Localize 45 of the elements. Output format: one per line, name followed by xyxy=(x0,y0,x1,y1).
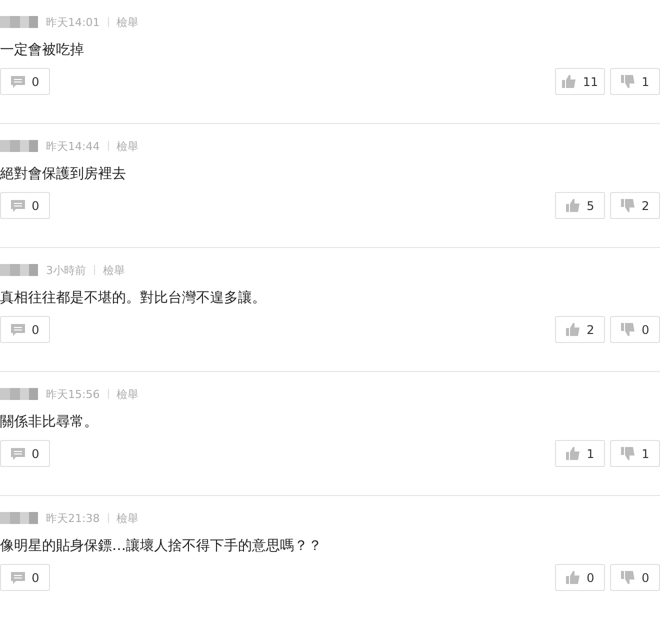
thumbs-up-icon xyxy=(562,75,576,88)
reply-button[interactable]: 0 xyxy=(0,564,50,591)
comment-text: 一定會被吃掉 xyxy=(0,41,85,59)
like-button[interactable]: 0 xyxy=(555,564,605,591)
blurred-username xyxy=(0,16,38,28)
like-button[interactable]: 11 xyxy=(555,68,605,95)
comment-icon xyxy=(10,76,25,88)
reply-button[interactable]: 0 xyxy=(0,440,50,467)
dislike-button[interactable]: 1 xyxy=(610,440,660,467)
dislike-button[interactable]: 1 xyxy=(610,68,660,95)
thumbs-down-icon xyxy=(620,323,635,336)
thumbs-up-icon xyxy=(566,199,580,212)
comment-text: 關係非比尋常。 xyxy=(0,413,99,431)
like-button[interactable]: 2 xyxy=(555,316,605,343)
thumbs-down-icon xyxy=(620,447,635,460)
comment-icon xyxy=(10,324,25,336)
thumbs-down-icon xyxy=(620,75,635,88)
reply-button[interactable]: 0 xyxy=(0,316,50,343)
like-button[interactable]: 1 xyxy=(555,440,605,467)
comment-time: 昨天14:01 xyxy=(46,14,100,30)
dislike-button[interactable]: 0 xyxy=(610,316,660,343)
reply-button[interactable]: 0 xyxy=(0,192,50,219)
comment-time: 昨天14:44 xyxy=(46,138,100,154)
comment-time: 昨天15:56 xyxy=(46,386,100,402)
comment-icon xyxy=(10,572,25,584)
reply-button[interactable]: 0 xyxy=(0,68,50,95)
thumbs-down-icon xyxy=(620,199,635,212)
comment-text: 絕對會保護到房裡去 xyxy=(0,165,127,183)
blurred-username xyxy=(0,264,38,276)
blurred-username xyxy=(0,140,38,152)
comment-time: 昨天21:38 xyxy=(46,510,100,526)
blurred-username xyxy=(0,388,38,400)
thumbs-up-icon xyxy=(566,571,580,584)
like-button[interactable]: 5 xyxy=(555,192,605,219)
thumbs-up-icon xyxy=(566,447,580,460)
dislike-button[interactable]: 2 xyxy=(610,192,660,219)
thumbs-down-icon xyxy=(620,571,635,584)
dislike-button[interactable]: 0 xyxy=(610,564,660,591)
comment-text: 真相往往都是不堪的。對比台灣不遑多讓。 xyxy=(0,289,267,307)
comment-icon xyxy=(10,200,25,212)
comment-time: 3小時前 xyxy=(46,262,86,278)
comment-text: 像明星的貼身保鏢…讓壞人捨不得下手的意思嗎？？ xyxy=(0,537,323,555)
blurred-username xyxy=(0,512,38,524)
comment-icon xyxy=(10,448,25,460)
thumbs-up-icon xyxy=(566,323,580,336)
